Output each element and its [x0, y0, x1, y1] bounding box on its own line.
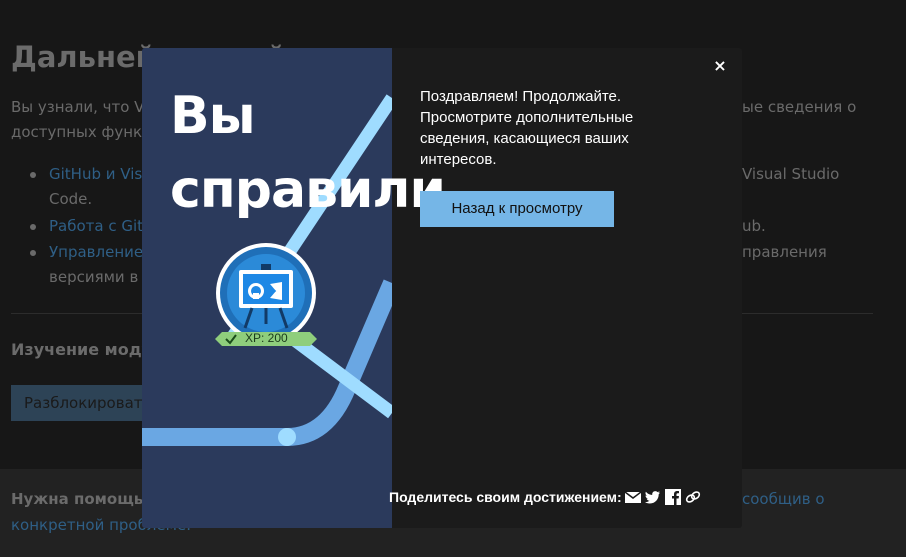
facebook-icon[interactable] [664, 488, 682, 506]
list-item-text: версиями в V [49, 268, 154, 286]
share-label: Поделитесь своим достижением: [389, 489, 622, 505]
list-item-link[interactable]: Управление [49, 243, 143, 261]
badge-icon [216, 243, 316, 343]
intro-text-right: ые сведения о [742, 98, 857, 116]
art-title-line2: справили [170, 160, 446, 220]
link-icon[interactable] [684, 488, 702, 506]
intro-text: Вы узнали, что Vis [11, 98, 157, 116]
art-title-line1: Вы [170, 86, 256, 146]
list-bullet [30, 172, 36, 178]
list-item-link[interactable]: GitHub и Visu [49, 165, 152, 183]
list-bullet [30, 250, 36, 256]
page: Дальнейй Вы узнали, что Vis ые сведения … [0, 0, 906, 557]
unlock-button[interactable]: Разблокироват [11, 385, 151, 421]
achievement-art: XP: 200 Вы [142, 48, 392, 528]
list-item-text: Code. [49, 190, 93, 208]
line-node-dot [278, 428, 296, 446]
xp-label: XP: 200 [245, 331, 288, 345]
module-title: Изучение моду [11, 340, 153, 359]
close-icon[interactable]: × [712, 58, 728, 74]
list-item-link[interactable]: Работа с GitH [49, 217, 154, 235]
achievement-modal: XP: 200 Вы справили × Поздравляем! Продо… [142, 48, 742, 528]
email-icon[interactable] [624, 488, 642, 506]
footer-link[interactable]: сообщив о [742, 490, 825, 508]
back-to-browse-button[interactable]: Назад к просмотру [420, 191, 614, 227]
list-bullet [30, 224, 36, 230]
list-item-text: Visual Studio [742, 165, 840, 183]
share-row: Поделитесь своим достижением: [389, 487, 702, 507]
twitter-icon[interactable] [644, 488, 662, 506]
list-item-text: правления [742, 243, 827, 261]
intro-text-line2: доступных функци [11, 123, 163, 141]
list-item-text: ub. [742, 217, 766, 235]
congrats-message: Поздравляем! Продолжайте. Просмотрите до… [420, 88, 634, 168]
